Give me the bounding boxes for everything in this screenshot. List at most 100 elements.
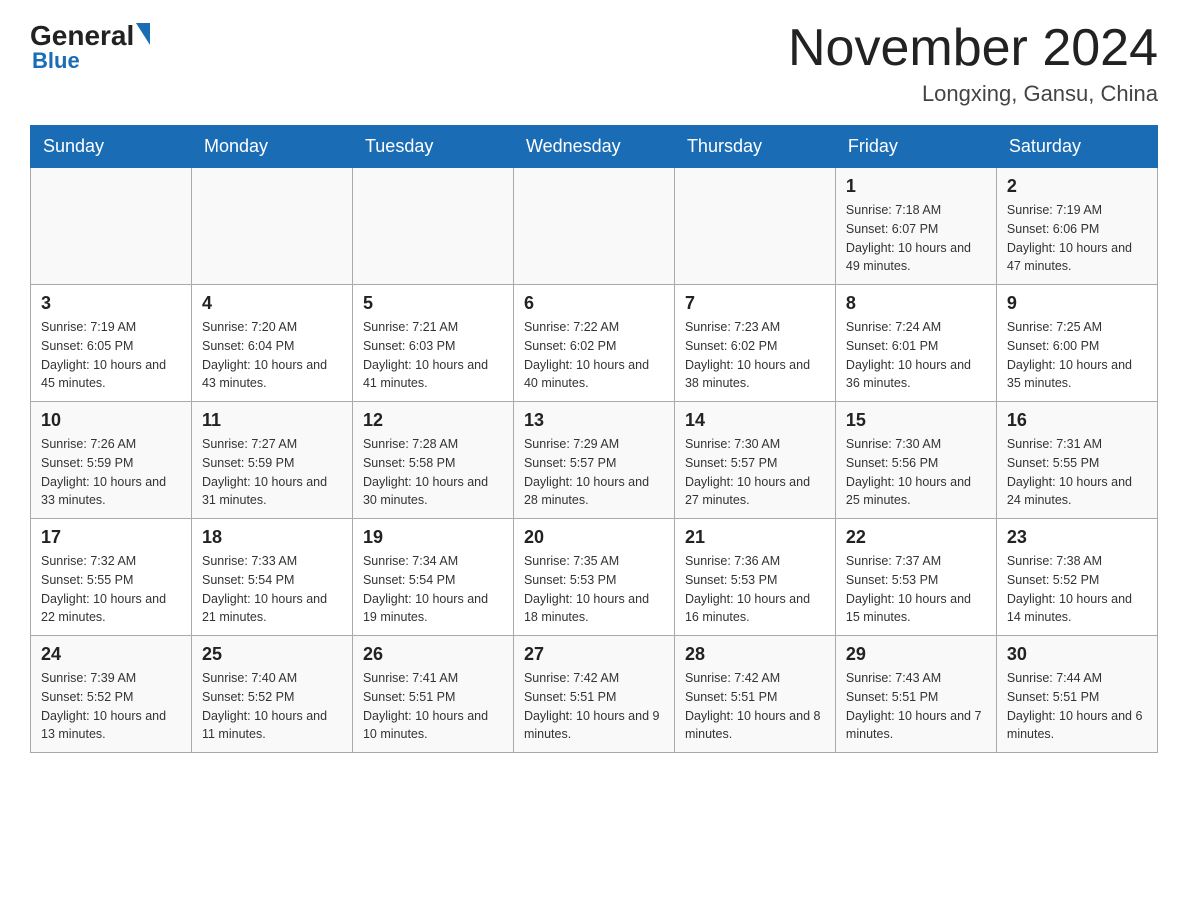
day-info: Sunrise: 7:24 AM Sunset: 6:01 PM Dayligh… [846,318,986,393]
day-number: 8 [846,293,986,314]
day-number: 9 [1007,293,1147,314]
calendar-cell: 5 Sunrise: 7:21 AM Sunset: 6:03 PM Daylig… [352,285,513,402]
calendar-cell: 20 Sunrise: 7:35 AM Sunset: 5:53 PM Dayli… [513,519,674,636]
day-number: 18 [202,527,342,548]
calendar-cell: 12 Sunrise: 7:28 AM Sunset: 5:58 PM Dayli… [352,402,513,519]
calendar-cell: 10 Sunrise: 7:26 AM Sunset: 5:59 PM Dayli… [31,402,192,519]
day-info: Sunrise: 7:39 AM Sunset: 5:52 PM Dayligh… [41,669,181,744]
calendar-cell [31,168,192,285]
calendar-cell: 4 Sunrise: 7:20 AM Sunset: 6:04 PM Daylig… [191,285,352,402]
calendar-cell: 26Sunrise: 7:41 AM Sunset: 5:51 PM Dayli… [352,636,513,753]
day-info: Sunrise: 7:43 AM Sunset: 5:51 PM Dayligh… [846,669,986,744]
calendar-cell: 3 Sunrise: 7:19 AM Sunset: 6:05 PM Daylig… [31,285,192,402]
weekday-header-friday: Friday [835,126,996,168]
day-info: Sunrise: 7:25 AM Sunset: 6:00 PM Dayligh… [1007,318,1147,393]
calendar-cell: 14 Sunrise: 7:30 AM Sunset: 5:57 PM Dayli… [674,402,835,519]
day-number: 29 [846,644,986,665]
day-number: 20 [524,527,664,548]
day-info: Sunrise: 7:27 AM Sunset: 5:59 PM Dayligh… [202,435,342,510]
calendar-cell: 1Sunrise: 7:18 AM Sunset: 6:07 PM Daylig… [835,168,996,285]
day-number: 11 [202,410,342,431]
day-number: 16 [1007,410,1147,431]
day-info: Sunrise: 7:29 AM Sunset: 5:57 PM Dayligh… [524,435,664,510]
day-number: 14 [685,410,825,431]
calendar-cell: 29 Sunrise: 7:43 AM Sunset: 5:51 PM Dayli… [835,636,996,753]
calendar-cell: 13 Sunrise: 7:29 AM Sunset: 5:57 PM Dayli… [513,402,674,519]
calendar-cell [352,168,513,285]
day-number: 30 [1007,644,1147,665]
logo-blue: Blue [32,48,80,74]
day-info: Sunrise: 7:30 AM Sunset: 5:56 PM Dayligh… [846,435,986,510]
calendar-week-row: 3 Sunrise: 7:19 AM Sunset: 6:05 PM Daylig… [31,285,1158,402]
day-info: Sunrise: 7:42 AM Sunset: 5:51 PM Dayligh… [685,669,825,744]
calendar-cell: 18 Sunrise: 7:33 AM Sunset: 5:54 PM Dayli… [191,519,352,636]
location-subtitle: Longxing, Gansu, China [788,81,1158,107]
weekday-header-monday: Monday [191,126,352,168]
calendar-table: SundayMondayTuesdayWednesdayThursdayFrid… [30,125,1158,753]
calendar-cell [513,168,674,285]
day-info: Sunrise: 7:19 AM Sunset: 6:05 PM Dayligh… [41,318,181,393]
day-info: Sunrise: 7:26 AM Sunset: 5:59 PM Dayligh… [41,435,181,510]
calendar-cell: 27 Sunrise: 7:42 AM Sunset: 5:51 PM Dayli… [513,636,674,753]
calendar-cell: 11 Sunrise: 7:27 AM Sunset: 5:59 PM Dayli… [191,402,352,519]
calendar-cell [674,168,835,285]
weekday-header-thursday: Thursday [674,126,835,168]
day-number: 25 [202,644,342,665]
day-number: 2 [1007,176,1147,197]
day-number: 27 [524,644,664,665]
day-number: 17 [41,527,181,548]
day-info: Sunrise: 7:35 AM Sunset: 5:53 PM Dayligh… [524,552,664,627]
calendar-cell [191,168,352,285]
day-number: 3 [41,293,181,314]
day-info: Sunrise: 7:28 AM Sunset: 5:58 PM Dayligh… [363,435,503,510]
day-number: 21 [685,527,825,548]
calendar-cell: 30 Sunrise: 7:44 AM Sunset: 5:51 PM Dayli… [996,636,1157,753]
calendar-cell: 22 Sunrise: 7:37 AM Sunset: 5:53 PM Dayli… [835,519,996,636]
month-year-title: November 2024 [788,20,1158,77]
day-number: 7 [685,293,825,314]
calendar-cell: 17 Sunrise: 7:32 AM Sunset: 5:55 PM Dayli… [31,519,192,636]
calendar-cell: 16Sunrise: 7:31 AM Sunset: 5:55 PM Dayli… [996,402,1157,519]
day-number: 4 [202,293,342,314]
day-number: 26 [363,644,503,665]
day-number: 5 [363,293,503,314]
day-number: 23 [1007,527,1147,548]
calendar-cell: 8 Sunrise: 7:24 AM Sunset: 6:01 PM Daylig… [835,285,996,402]
weekday-header-tuesday: Tuesday [352,126,513,168]
day-number: 19 [363,527,503,548]
day-info: Sunrise: 7:37 AM Sunset: 5:53 PM Dayligh… [846,552,986,627]
calendar-cell: 21Sunrise: 7:36 AM Sunset: 5:53 PM Dayli… [674,519,835,636]
day-number: 22 [846,527,986,548]
weekday-header-row: SundayMondayTuesdayWednesdayThursdayFrid… [31,126,1158,168]
day-number: 15 [846,410,986,431]
calendar-cell: 15 Sunrise: 7:30 AM Sunset: 5:56 PM Dayli… [835,402,996,519]
day-info: Sunrise: 7:21 AM Sunset: 6:03 PM Dayligh… [363,318,503,393]
page-header: General Blue November 2024 Longxing, Gan… [30,20,1158,107]
day-number: 6 [524,293,664,314]
day-number: 13 [524,410,664,431]
calendar-week-row: 24 Sunrise: 7:39 AM Sunset: 5:52 PM Dayli… [31,636,1158,753]
calendar-week-row: 10 Sunrise: 7:26 AM Sunset: 5:59 PM Dayli… [31,402,1158,519]
day-number: 24 [41,644,181,665]
day-info: Sunrise: 7:40 AM Sunset: 5:52 PM Dayligh… [202,669,342,744]
calendar-week-row: 1Sunrise: 7:18 AM Sunset: 6:07 PM Daylig… [31,168,1158,285]
day-info: Sunrise: 7:23 AM Sunset: 6:02 PM Dayligh… [685,318,825,393]
day-info: Sunrise: 7:44 AM Sunset: 5:51 PM Dayligh… [1007,669,1147,744]
day-info: Sunrise: 7:30 AM Sunset: 5:57 PM Dayligh… [685,435,825,510]
day-info: Sunrise: 7:20 AM Sunset: 6:04 PM Dayligh… [202,318,342,393]
day-number: 10 [41,410,181,431]
calendar-cell: 2Sunrise: 7:19 AM Sunset: 6:06 PM Daylig… [996,168,1157,285]
calendar-cell: 19Sunrise: 7:34 AM Sunset: 5:54 PM Dayli… [352,519,513,636]
calendar-cell: 28Sunrise: 7:42 AM Sunset: 5:51 PM Dayli… [674,636,835,753]
logo: General Blue [30,20,150,74]
calendar-cell: 25 Sunrise: 7:40 AM Sunset: 5:52 PM Dayli… [191,636,352,753]
title-block: November 2024 Longxing, Gansu, China [788,20,1158,107]
day-info: Sunrise: 7:32 AM Sunset: 5:55 PM Dayligh… [41,552,181,627]
day-info: Sunrise: 7:42 AM Sunset: 5:51 PM Dayligh… [524,669,664,744]
logo-triangle-icon [136,23,150,45]
day-info: Sunrise: 7:33 AM Sunset: 5:54 PM Dayligh… [202,552,342,627]
calendar-cell: 23Sunrise: 7:38 AM Sunset: 5:52 PM Dayli… [996,519,1157,636]
day-info: Sunrise: 7:22 AM Sunset: 6:02 PM Dayligh… [524,318,664,393]
weekday-header-saturday: Saturday [996,126,1157,168]
day-number: 12 [363,410,503,431]
